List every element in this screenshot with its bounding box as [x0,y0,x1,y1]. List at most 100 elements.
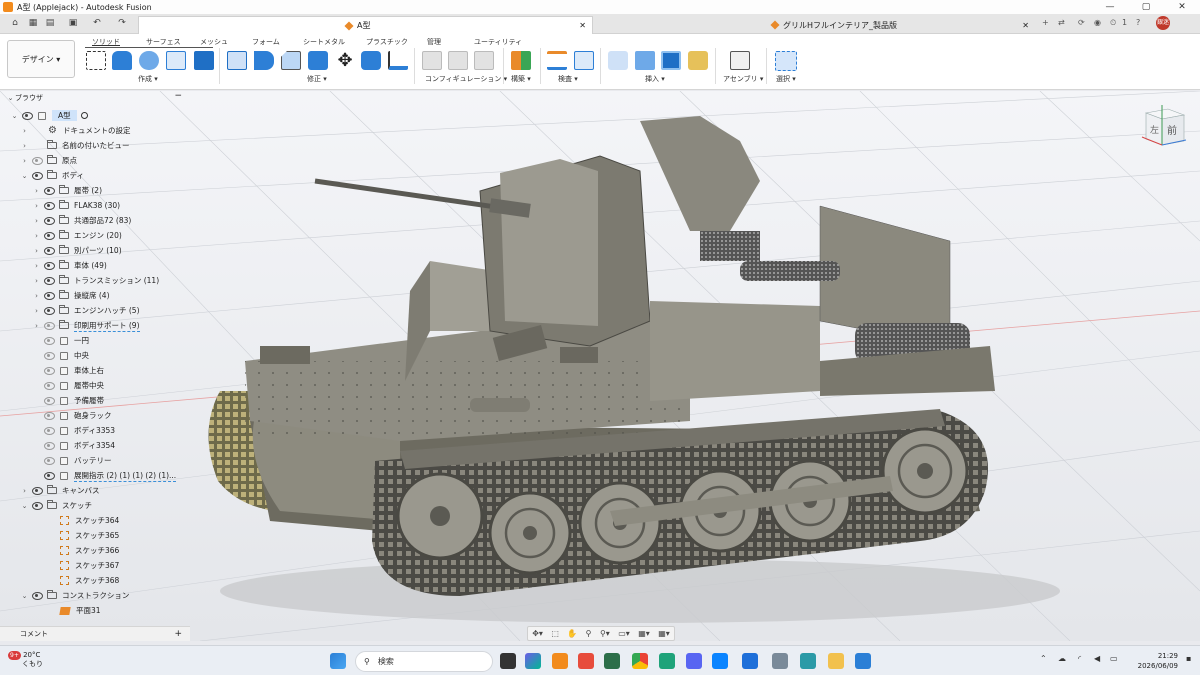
chevron-right-icon[interactable]: › [20,157,29,165]
chevron-right-icon[interactable]: › [32,232,41,240]
orbit-icon[interactable]: ✥▾ [532,629,543,638]
notifications-icon[interactable]: ⏲ [1110,18,1116,28]
browser-item[interactable]: ボディ3353 [32,423,115,438]
doc-tab-active[interactable]: A型 ✕ [138,16,593,34]
create-sketch-icon[interactable] [86,51,106,70]
chevron-down-icon[interactable]: ⌄ [10,112,19,120]
measure-icon[interactable] [547,51,567,70]
visibility-icon[interactable] [43,187,55,195]
chevron-down-icon[interactable]: ⌄ [20,592,29,600]
online-icon[interactable]: ◉ [1094,18,1101,27]
browser-item[interactable]: ⌄ スケッチ [20,498,92,513]
zoom-icon[interactable]: ⚲ [586,629,592,638]
visibility-icon[interactable] [43,427,55,435]
visibility-icon[interactable] [43,442,55,450]
pan-icon[interactable]: ✋ [567,629,577,638]
doc-tab[interactable]: グリルHフルインテリア_製品版 ✕ [765,16,1035,34]
app-icon-2[interactable] [742,653,758,669]
photos-icon[interactable] [855,653,871,669]
minimize-button[interactable]: — [1092,0,1128,14]
configure-group-label[interactable]: コンフィギュレーション ▾ [425,74,507,84]
browser-item[interactable]: › 名前の付いたビュー [20,138,130,153]
tab-mesh[interactable]: メッシュ [200,37,228,47]
browser-item[interactable]: スケッチ364 [32,513,119,528]
select-group-label[interactable]: 選択 ▾ [776,74,796,84]
select-icon[interactable] [775,51,797,71]
insert-canvas-icon[interactable] [661,51,681,70]
assemble-group-label[interactable]: アセンブリ ▾ [723,74,763,84]
visibility-icon[interactable] [43,352,55,360]
fillet-icon[interactable] [254,51,274,70]
chevron-right-icon[interactable]: › [32,322,41,330]
new-component-icon[interactable] [730,51,750,70]
browser-item[interactable]: 車体上右 [32,363,104,378]
grid-settings-icon[interactable]: ▦▾ [638,629,650,638]
save-icon[interactable]: ▣ [68,18,78,28]
zoom-window-icon[interactable]: ⚲▾ [600,629,610,638]
chamfer-icon[interactable] [281,51,301,70]
tab-utilities[interactable]: ユーティリティ [474,37,522,47]
theme-table-icon[interactable] [474,51,494,70]
chevron-right-icon[interactable]: › [32,202,41,210]
tab-solid[interactable]: ソリッド [92,37,120,47]
notification-bell-icon[interactable]: ▪ [1186,654,1191,663]
revolve-icon[interactable] [139,51,159,70]
browser-item[interactable]: スケッチ367 [32,558,119,573]
close-tab-icon[interactable]: ✕ [579,21,586,30]
project-icon[interactable] [166,51,186,70]
visibility-icon[interactable] [43,397,55,405]
look-at-icon[interactable]: ⬚ [551,629,559,638]
chevron-right-icon[interactable]: › [20,127,29,135]
combine-icon[interactable] [361,51,381,70]
browser-item[interactable]: › 印刷用サポート (9) [32,318,140,333]
visibility-icon[interactable] [43,412,55,420]
chevron-right-icon[interactable]: › [32,277,41,285]
browser-item[interactable]: › 共通部品72 (83) [32,213,131,228]
visibility-icon[interactable] [43,202,55,210]
visibility-icon[interactable] [31,172,43,180]
visibility-icon[interactable] [21,112,33,120]
maximize-button[interactable]: ▢ [1128,0,1164,14]
discord-icon[interactable] [686,653,702,669]
move-icon[interactable]: ✥ [335,51,355,70]
comments-panel[interactable]: コメント + [0,626,190,641]
close-button[interactable]: ✕ [1164,0,1200,14]
settings-icon[interactable] [772,653,788,669]
edge-icon[interactable] [659,653,675,669]
notes-icon[interactable] [604,653,620,669]
file-icon[interactable]: ▤ [45,18,55,28]
chevron-right-icon[interactable]: › [32,262,41,270]
visibility-icon[interactable] [31,157,43,165]
browser-item[interactable]: › 履帯 (2) [32,183,102,198]
view-cube[interactable]: 左 前 [1138,103,1188,149]
visibility-icon[interactable] [43,337,55,345]
chevron-right-icon[interactable]: › [20,487,29,495]
insert-mesh-icon[interactable] [635,51,655,70]
grid-icon[interactable]: ▦ [28,18,38,28]
undo-icon[interactable]: ↶ [92,18,102,28]
extensions-icon[interactable]: ⇄ [1058,18,1065,27]
visibility-icon[interactable] [43,292,55,300]
workspace-switcher[interactable]: デザイン ▾ [7,40,75,78]
viewports-icon[interactable]: ▦▾ [658,629,670,638]
browser-item[interactable]: スケッチ366 [32,543,119,558]
configure-icon[interactable] [422,51,442,70]
cloud-icon[interactable]: ☁ [1058,654,1066,663]
viewcube-front-label[interactable]: 前 [1167,124,1177,137]
taskbar-search[interactable]: ⚲ 検索 [355,651,493,672]
job-status-icon[interactable]: ⟳ [1078,18,1085,27]
visibility-icon[interactable] [43,457,55,465]
chevron-right-icon[interactable]: › [20,142,29,150]
browser-item[interactable]: 履帯中央 [32,378,104,393]
visibility-icon[interactable] [43,247,55,255]
create-group-label[interactable]: 作成 ▾ [138,74,158,84]
construct-group-label[interactable]: 構築 ▾ [511,74,531,84]
wifi-icon[interactable]: ◜ [1078,654,1081,663]
insert-group-label[interactable]: 挿入 ▾ [645,74,665,84]
browser-item[interactable]: › 原点 [20,153,77,168]
insert-mcmaster-icon[interactable] [688,51,708,70]
chevron-up-icon[interactable]: ⌃ [1040,654,1047,663]
browser-item[interactable]: スケッチ365 [32,528,119,543]
browser-item[interactable]: › 別パーツ (10) [32,243,122,258]
visibility-icon[interactable] [43,262,55,270]
